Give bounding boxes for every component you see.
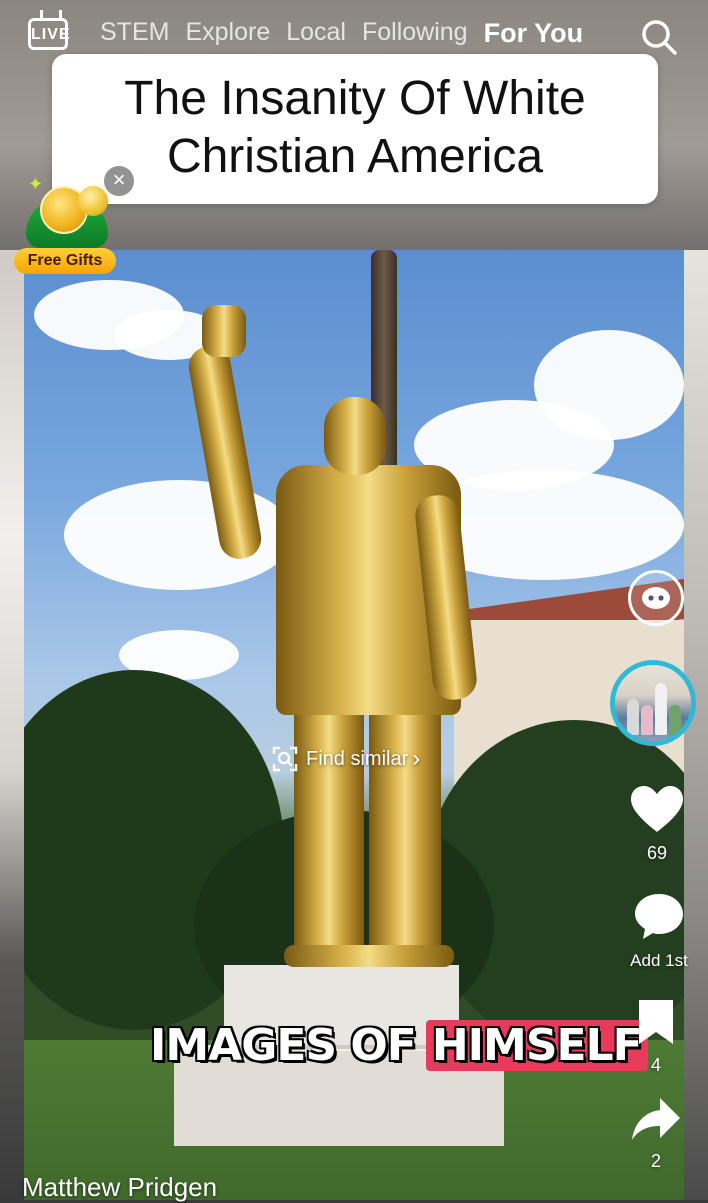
bookmark-button[interactable]: 4 bbox=[630, 998, 682, 1076]
avatar-figure bbox=[669, 705, 681, 735]
subtitle-highlight: HIMSELF bbox=[425, 1019, 648, 1071]
like-button[interactable]: 69 bbox=[626, 786, 688, 864]
find-similar-label: Find similar bbox=[306, 747, 409, 770]
comment-button[interactable]: Add 1st bbox=[620, 892, 698, 971]
statue-raised-arm bbox=[185, 342, 265, 563]
bookmark-count: 4 bbox=[650, 1055, 661, 1075]
video-subtitle: IMAGES OF HIMSELF bbox=[150, 1012, 648, 1078]
share-icon bbox=[632, 1098, 680, 1140]
visual-search-icon bbox=[272, 746, 298, 772]
creator-avatar[interactable] bbox=[610, 660, 696, 746]
like-count: 69 bbox=[646, 843, 668, 863]
creator-username[interactable]: Matthew Pridgen bbox=[22, 1172, 217, 1203]
caption-line: The Insanity Of White bbox=[124, 72, 586, 125]
share-button[interactable]: 2 bbox=[628, 1096, 684, 1172]
tab-explore[interactable]: Explore bbox=[185, 18, 270, 49]
tab-stem[interactable]: STEM bbox=[100, 18, 169, 49]
share-count: 2 bbox=[650, 1151, 661, 1171]
ai-chat-icon[interactable] bbox=[628, 570, 684, 626]
active-tab-indicator bbox=[530, 66, 572, 70]
coin-icon bbox=[78, 186, 108, 216]
feed-tabs: STEM Explore Local Following For You bbox=[100, 18, 599, 49]
subtitle-text: IMAGES OF bbox=[150, 1019, 417, 1071]
golden-statue bbox=[184, 305, 504, 975]
statue-leg bbox=[369, 695, 441, 955]
sparkle-icon: ✦ bbox=[28, 174, 44, 194]
search-icon[interactable] bbox=[640, 18, 678, 56]
avatar-figure bbox=[655, 683, 667, 735]
comment-icon bbox=[635, 894, 683, 939]
free-gifts-label[interactable]: Free Gifts bbox=[14, 248, 116, 274]
live-button[interactable]: LIVE bbox=[28, 18, 70, 50]
caption-line: Christian America bbox=[166, 130, 544, 183]
find-similar-button[interactable]: Find similar › bbox=[272, 742, 420, 776]
avatar-figure bbox=[627, 699, 639, 735]
face-icon bbox=[642, 587, 670, 609]
background-left-edge bbox=[0, 250, 24, 1200]
close-icon[interactable]: × bbox=[104, 166, 134, 196]
tab-local[interactable]: Local bbox=[286, 18, 346, 49]
statue-shoes bbox=[284, 945, 454, 967]
free-gifts-promo[interactable]: ✦ × Free Gifts bbox=[14, 166, 134, 278]
caption-overlay: The Insanity Of White Christian America bbox=[52, 54, 658, 204]
tab-for-you[interactable]: For You bbox=[484, 18, 584, 49]
avatar-figure bbox=[641, 705, 653, 735]
comment-count: Add 1st bbox=[630, 951, 688, 970]
statue-fist bbox=[202, 305, 246, 357]
heart-icon bbox=[631, 786, 683, 832]
chevron-right-icon: › bbox=[412, 745, 421, 772]
bookmark-icon bbox=[639, 1000, 673, 1044]
statue-leg bbox=[294, 695, 364, 955]
statue-head bbox=[324, 397, 386, 475]
caption-text: The Insanity Of White Christian America bbox=[52, 70, 658, 186]
tab-following[interactable]: Following bbox=[362, 18, 468, 49]
